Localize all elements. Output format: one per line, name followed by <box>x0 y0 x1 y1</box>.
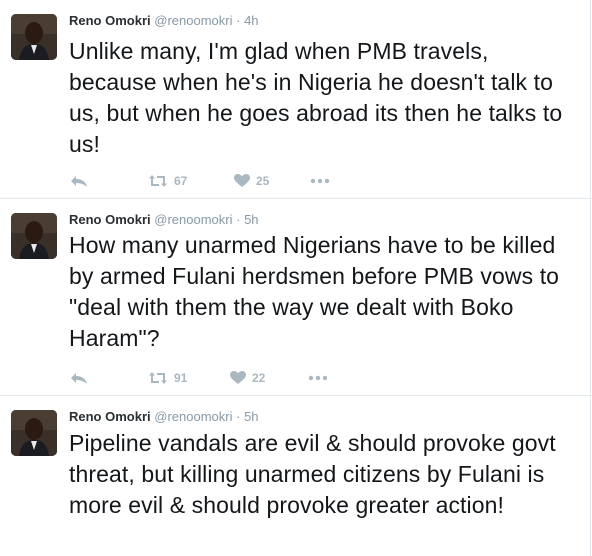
reply-icon <box>71 373 87 384</box>
author-handle[interactable]: @renoomokri <box>154 212 232 227</box>
separator-dot: · <box>236 212 241 227</box>
tweet-text: How many unarmed Nigerians have to be ki… <box>69 232 560 351</box>
avatar[interactable] <box>11 14 57 60</box>
like-count: 22 <box>252 371 266 385</box>
heart-icon <box>234 174 250 187</box>
tweet[interactable]: Reno Omokri @renoomokri · 5h How many un… <box>0 199 591 395</box>
tweet-timestamp[interactable]: 4h <box>244 13 258 28</box>
retweet-button[interactable]: 91 <box>148 368 187 388</box>
retweet-count: 91 <box>174 371 188 385</box>
avatar[interactable] <box>11 410 57 456</box>
separator-dot: · <box>236 409 241 424</box>
tweet-text: Pipeline vandals are evil & should provo… <box>69 430 556 518</box>
retweet-button[interactable]: 67 <box>148 171 187 191</box>
like-count: 25 <box>256 174 270 188</box>
author-name[interactable]: Reno Omokri <box>69 212 151 227</box>
like-button[interactable]: 22 <box>230 368 265 388</box>
avatar-image <box>11 213 57 259</box>
tweet-actions: 67 25 <box>70 171 370 191</box>
author-name[interactable]: Reno Omokri <box>69 409 151 424</box>
like-button[interactable]: 25 <box>234 171 269 191</box>
author-handle[interactable]: @renoomokri <box>154 13 232 28</box>
avatar-image <box>11 410 57 456</box>
tweet[interactable]: Reno Omokri @renoomokri · 5h Pipeline va… <box>0 396 591 556</box>
retweet-icon <box>149 175 167 187</box>
tweet-header: Reno Omokri @renoomokri · 5h <box>69 212 259 227</box>
tweet-text: Unlike many, I'm glad when PMB travels, … <box>69 38 563 157</box>
more-button[interactable] <box>310 171 330 191</box>
reply-icon <box>71 176 87 187</box>
author-handle[interactable]: @renoomokri <box>154 409 232 424</box>
more-icon <box>308 375 328 381</box>
avatar-image <box>11 14 57 60</box>
author-name[interactable]: Reno Omokri <box>69 13 151 28</box>
separator-dot: · <box>236 13 241 28</box>
more-icon <box>310 178 330 184</box>
reply-button[interactable] <box>70 368 88 388</box>
tweet-timestamp[interactable]: 5h <box>244 409 258 424</box>
retweet-count: 67 <box>174 174 188 188</box>
avatar[interactable] <box>11 213 57 259</box>
tweet-header: Reno Omokri @renoomokri · 5h <box>69 409 259 424</box>
more-button[interactable] <box>308 368 328 388</box>
tweet-actions: 91 22 <box>70 368 370 388</box>
tweet[interactable]: Reno Omokri @renoomokri · 4h Unlike many… <box>0 0 591 198</box>
tweet-timeline: Reno Omokri @renoomokri · 4h Unlike many… <box>0 0 592 556</box>
tweet-timestamp[interactable]: 5h <box>244 212 258 227</box>
reply-button[interactable] <box>70 171 88 191</box>
heart-icon <box>230 371 246 384</box>
retweet-icon <box>149 372 167 384</box>
tweet-header: Reno Omokri @renoomokri · 4h <box>69 13 259 28</box>
